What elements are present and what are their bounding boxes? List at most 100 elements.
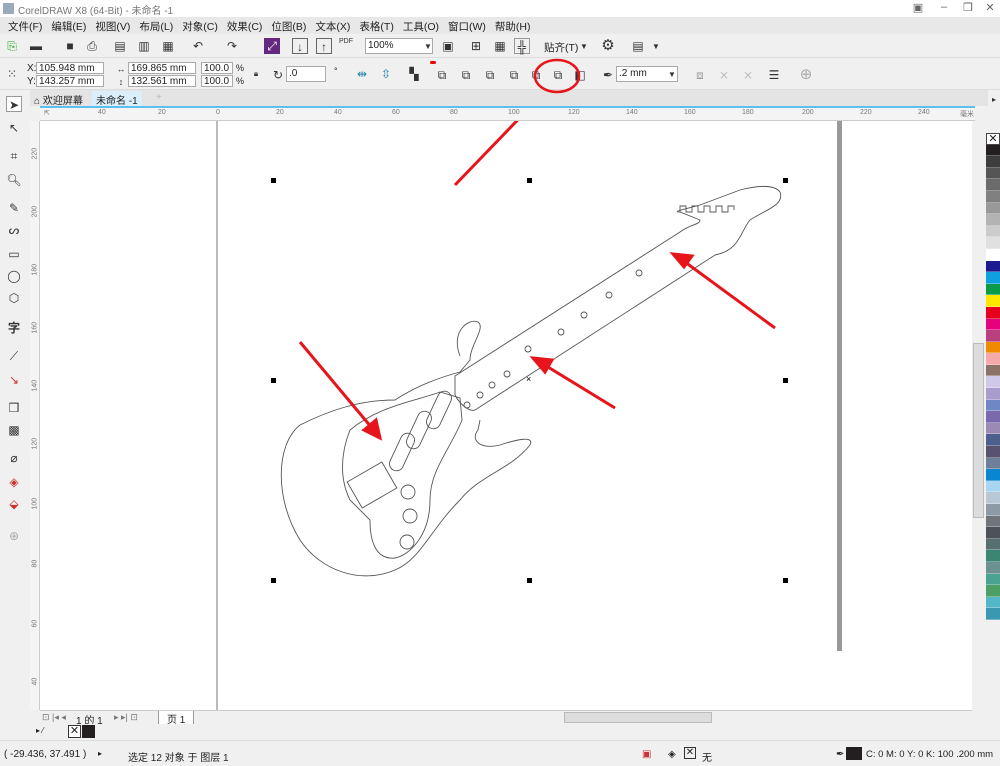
color-swatch[interactable]	[986, 272, 1000, 284]
show-rulers-icon[interactable]: ⊞	[468, 38, 484, 54]
snap-to-dropdown[interactable]: 贴齐(T)	[544, 40, 578, 55]
artistic-media-icon[interactable]: ᔕ	[6, 222, 22, 238]
shape-tool-icon[interactable]: ↖	[6, 120, 22, 136]
tab-welcome-screen[interactable]: ⌂ 欢迎屏幕	[30, 91, 87, 107]
color-swatch[interactable]	[986, 144, 1000, 157]
color-swatch[interactable]	[986, 411, 1000, 423]
pick-tool-icon[interactable]: ➤	[6, 96, 22, 112]
no-color-swatch[interactable]: ✕	[986, 133, 1000, 145]
polygon-tool-icon[interactable]: ⬡	[6, 290, 22, 306]
y-position-field[interactable]: 143.257 mm	[36, 75, 104, 87]
break-apart-icon[interactable]: ⨯	[716, 67, 732, 83]
mirror-horizontal-icon[interactable]: ⇹	[354, 66, 370, 82]
options-gear-icon[interactable]: ⚙	[600, 38, 616, 54]
chevron-down-icon[interactable]: ▼	[664, 67, 680, 83]
vertical-scrollbar[interactable]	[972, 121, 985, 710]
menu-edit[interactable]: 编辑(E)	[49, 17, 93, 34]
quick-trace-icon[interactable]: ⧈	[692, 67, 708, 83]
drop-shadow-icon[interactable]: ❒	[6, 400, 22, 416]
open-icon[interactable]: ▬	[28, 38, 44, 54]
page-nav-next-buttons[interactable]: ▸ ▸| ⊡	[114, 712, 138, 723]
menu-table[interactable]: 表格(T)	[357, 17, 400, 34]
color-swatch[interactable]	[986, 573, 1000, 586]
color-swatch[interactable]	[986, 202, 1000, 215]
menu-tools[interactable]: 工具(O)	[401, 17, 446, 34]
export-icon[interactable]: ↑	[316, 38, 332, 54]
chevron-down-icon[interactable]: ▼	[648, 39, 664, 55]
menu-effects[interactable]: 效果(C)	[225, 17, 270, 34]
import-icon[interactable]: ↓	[292, 38, 308, 54]
width-field[interactable]: 169.865 mm	[128, 62, 196, 74]
color-palette[interactable]: ✕	[986, 133, 1000, 713]
menu-text[interactable]: 文本(X)	[313, 17, 357, 34]
color-swatch[interactable]	[986, 376, 1000, 389]
new-tab-button[interactable]: +	[152, 91, 166, 106]
show-guidelines-icon[interactable]: ╬	[514, 38, 530, 54]
scroll-thumb[interactable]	[973, 343, 984, 518]
color-swatch[interactable]	[986, 480, 1000, 493]
corel-connect-icon[interactable]: ⤢	[264, 38, 280, 54]
color-swatch[interactable]	[986, 260, 1000, 273]
color-swatch[interactable]	[986, 538, 1000, 551]
outline-color-swatch[interactable]	[846, 747, 862, 760]
color-swatch[interactable]	[986, 399, 1000, 412]
rectangle-tool-icon[interactable]: ▭	[6, 246, 22, 262]
minimize-button[interactable]: –	[936, 1, 952, 15]
ellipse-tool-icon[interactable]: ◯	[6, 268, 22, 284]
color-swatch[interactable]	[986, 504, 1000, 516]
transparency-icon[interactable]: ▩	[6, 422, 22, 438]
trim-icon[interactable]: ⧉	[458, 67, 474, 83]
align-distribute-icon[interactable]: ☰	[766, 67, 782, 83]
lock-ratio-icon[interactable]: 🔒︎	[248, 66, 264, 82]
color-swatch[interactable]	[986, 422, 1000, 435]
eyedropper-icon[interactable]: ⌀	[6, 450, 22, 466]
publish-pdf-icon[interactable]: PDF	[338, 38, 354, 54]
close-button[interactable]: ✕	[982, 1, 998, 15]
color-swatch[interactable]	[986, 237, 1000, 249]
crop-tool-icon[interactable]: ⌗	[6, 148, 22, 164]
parallel-dimension-icon[interactable]: ⟋	[6, 348, 22, 364]
connector-tool-icon[interactable]: ↘	[6, 372, 22, 388]
menu-bitmaps[interactable]: 位图(B)	[269, 17, 313, 34]
chevron-right-icon[interactable]: ▸	[986, 92, 1000, 108]
height-field[interactable]: 132.561 mm	[128, 75, 196, 87]
text-tool-icon[interactable]: 字	[6, 320, 22, 336]
app-launcher-icon[interactable]: ▤	[630, 38, 646, 54]
menu-object[interactable]: 对象(C)	[180, 17, 225, 34]
chevron-down-icon[interactable]: ▼	[420, 39, 436, 55]
color-swatch[interactable]	[986, 156, 1000, 168]
intersect-icon[interactable]: ⧉	[482, 67, 498, 83]
black-swatch[interactable]	[82, 725, 95, 738]
color-swatch[interactable]	[986, 306, 1000, 319]
full-screen-icon[interactable]: ▣	[440, 38, 456, 54]
ruler-origin-icon[interactable]: ⇱	[44, 109, 50, 117]
paste-icon[interactable]: ▦	[160, 38, 176, 54]
simplify-icon[interactable]: ⧉	[506, 67, 522, 83]
color-swatch[interactable]	[986, 353, 1000, 365]
no-color-swatch[interactable]: ✕	[68, 725, 81, 738]
color-swatch[interactable]	[986, 446, 1000, 458]
menu-view[interactable]: 视图(V)	[93, 17, 137, 34]
vertical-ruler[interactable]: 220 200 180 160 140 120 100 80 60 40	[30, 121, 40, 710]
combine-icon[interactable]: ▚	[406, 66, 422, 82]
scale-x-field[interactable]: 100.0	[201, 62, 233, 74]
weld-icon[interactable]: ⧉	[434, 67, 450, 83]
menu-window[interactable]: 窗口(W)	[446, 17, 493, 34]
redo-icon[interactable]: ↷	[224, 38, 240, 54]
color-swatch[interactable]	[986, 167, 1000, 180]
object-origin-icon[interactable]: ⁙	[4, 66, 20, 82]
rotation-field[interactable]: .0	[286, 66, 326, 82]
palette-arrow-icon[interactable]: ▸ ⁄	[36, 726, 44, 735]
page-nav-buttons[interactable]: ⊡ |◂ ◂	[42, 712, 66, 723]
cut-icon[interactable]: ▤	[112, 38, 128, 54]
color-proof-icon[interactable]: ▣	[642, 749, 651, 760]
smart-fill-icon[interactable]: ⬙	[6, 496, 22, 512]
x-position-field[interactable]: 105.948 mm	[36, 62, 104, 74]
color-swatch[interactable]	[986, 248, 1000, 261]
color-swatch[interactable]	[986, 527, 1000, 539]
menu-file[interactable]: 文件(F)	[6, 17, 49, 34]
freehand-tool-icon[interactable]: ✎	[6, 200, 22, 216]
horizontal-scroll-thumb[interactable]	[564, 712, 712, 723]
color-swatch[interactable]	[986, 596, 1000, 609]
color-swatch[interactable]	[986, 585, 1000, 597]
